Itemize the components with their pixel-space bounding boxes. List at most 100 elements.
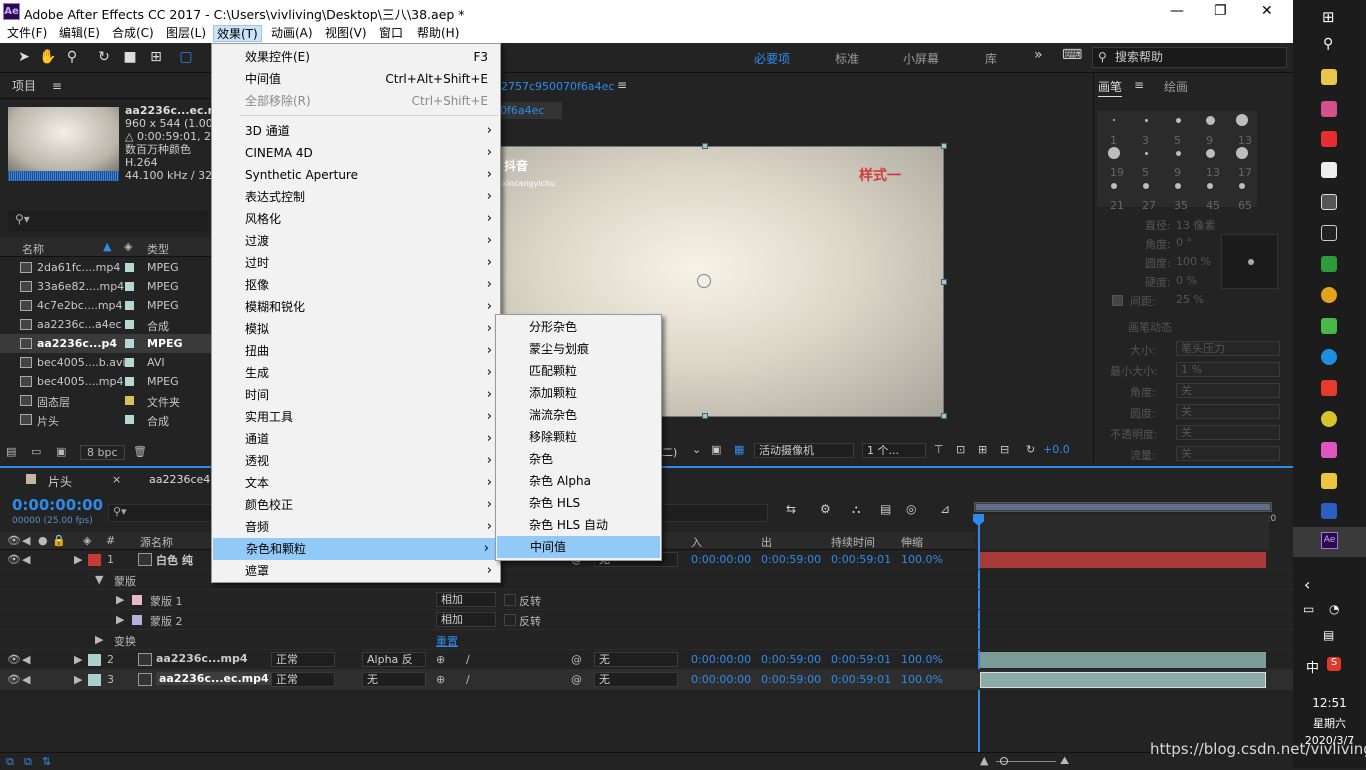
label-icon[interactable]: ◈ [83,534,91,547]
dynamics-dropdown[interactable]: 1 % [1176,362,1280,377]
layer-out[interactable]: 0:00:59:00 [761,653,821,666]
visibility-toggle-icon[interactable]: 👁 [7,653,21,666]
track-matte-dropdown[interactable]: Alpha 反 [362,652,426,667]
project-item[interactable]: 2da61fc....mp4 MPEG [0,258,211,277]
tab-paint[interactable]: 绘画 [1164,78,1188,95]
collapse-arrow-icon[interactable]: ▼ [95,573,103,586]
brush-tip[interactable] [1207,183,1213,189]
parent-dropdown[interactable]: 无 [594,652,678,667]
brush-tip[interactable] [1108,147,1120,159]
close-icon[interactable]: ✕ [1261,3,1273,19]
column-type[interactable]: 类型 [147,241,169,257]
dynamics-dropdown[interactable]: 关 [1176,425,1280,440]
effects-menu-item[interactable]: 过渡 › [212,230,500,252]
parent-pickwhip-icon[interactable]: @ [571,673,582,686]
noise-submenu-item[interactable]: 杂色 HLS [496,492,661,514]
trash-icon[interactable]: 🗑 [133,445,147,458]
camera-dropdown[interactable]: 活动摄像机 [754,443,854,458]
graph-editor-icon[interactable]: ⊿ [940,502,950,516]
pan-behind-tool-icon[interactable]: ⊞ [146,47,166,67]
after-effects-icon[interactable]: Ae [1321,532,1338,549]
panel-menu-icon[interactable]: ≡ [52,79,62,93]
brush-tip[interactable] [1111,183,1117,189]
exposure-value[interactable]: +0.0 [1043,443,1070,456]
camera-tool-icon[interactable]: ■ [120,47,140,67]
comp-breadcrumb[interactable]: 0f6a4ec [498,102,562,119]
noise-submenu-item[interactable]: 添加颗粒 [496,382,661,404]
notification-icon[interactable]: ▤ [1323,628,1334,642]
quality-switch-icon[interactable]: ∕ [466,673,470,686]
project-item[interactable]: aa2236c...p4 MPEG [0,334,211,353]
expand-arrow-icon[interactable]: ▶ [74,653,82,666]
audio-icon[interactable]: ◀ [22,534,30,547]
resolution-dropdown[interactable]: 二) [662,444,677,460]
toggle-icon[interactable]: ⊤ [934,443,944,456]
effects-menu-item[interactable]: 抠像 › [212,274,500,296]
mask-color-swatch[interactable] [132,595,142,605]
layer-name[interactable]: 白色 纯 [156,552,193,568]
layer-stretch[interactable]: 100.0% [901,553,943,566]
brush-tip[interactable] [1236,147,1248,159]
layer-bar[interactable] [980,552,1266,568]
project-item[interactable]: aa2236c...a4ec 合成 [0,315,211,334]
dynamics-dropdown[interactable]: 笔头压力 [1176,341,1280,356]
menu-file[interactable]: 文件(F) [4,25,50,42]
zoom-out-icon[interactable]: ▲ [980,754,988,767]
effects-menu-item[interactable]: 3D 通道 › [212,120,500,142]
brush-tip[interactable] [1175,150,1181,156]
brush-tip[interactable] [1144,151,1148,155]
bpc-button[interactable]: 8 bpc [80,445,125,460]
workspace-libraries[interactable]: 库 [985,50,997,67]
parent-dropdown[interactable]: 无 [594,672,678,687]
brush-tip-grid[interactable] [1097,111,1257,207]
toggle-modes-icon[interactable]: ⧉ [24,755,32,769]
audio-toggle-icon[interactable]: ◀ [22,673,30,686]
workspace-standard[interactable]: 标准 [835,50,859,67]
effects-menu-item[interactable]: 时间 › [212,384,500,406]
mask-tool-icon[interactable]: ▢ [176,47,196,67]
brush-prop-value[interactable]: 13 像素 [1176,217,1216,233]
effects-menu-item[interactable]: 颜色校正 › [212,494,500,516]
brush-tip[interactable] [1205,115,1215,125]
effects-menu-item[interactable]: CINEMA 4D › [212,142,500,164]
mask-color-swatch[interactable] [132,615,142,625]
layer-dur[interactable]: 0:00:59:01 [831,653,891,666]
noise-submenu-item[interactable]: 移除颗粒 [496,426,661,448]
menu-layer[interactable]: 图层(L) [163,25,209,42]
noise-submenu-item[interactable]: 杂色 HLS 自动 [496,514,661,536]
solo-icon[interactable]: ● [38,534,48,547]
effects-menu-item[interactable]: 风格化 › [212,208,500,230]
dynamics-dropdown[interactable]: 关 [1176,404,1280,419]
brush-tip[interactable] [1205,148,1215,158]
new-folder-icon[interactable]: ▭ [31,445,41,458]
quality-switch-icon[interactable]: ∕ [466,653,470,666]
zoom-tool-icon[interactable]: ⚲ [62,47,82,67]
layer-in[interactable]: 0:00:00:00 [691,653,751,666]
project-search-input[interactable]: ⚲▾ [8,211,208,231]
effects-menu-item[interactable]: 生成 › [212,362,500,384]
effects-menu-item[interactable]: 模糊和锐化 › [212,296,500,318]
layer-dur[interactable]: 0:00:59:01 [831,673,891,686]
project-item[interactable]: 固态层 文件夹 [0,391,211,410]
expand-arrow-icon[interactable]: ▶ [95,633,103,646]
maximize-icon[interactable]: ❐ [1214,3,1227,19]
label-color-swatch[interactable] [125,415,134,424]
label-color-swatch[interactable] [88,674,101,686]
effects-menu-item[interactable]: 杂色和颗粒 › [213,538,497,560]
layer-bar[interactable] [980,672,1266,688]
project-item[interactable]: bec4005....mp4 MPEG [0,372,211,391]
effects-menu-item[interactable]: 过时 › [212,252,500,274]
layer-handle[interactable] [941,143,947,149]
app-icon[interactable] [1321,380,1337,396]
visibility-toggle-icon[interactable]: 👁 [7,553,21,566]
zoom-in-icon[interactable]: ⛰ [1060,754,1069,768]
mask-group-row[interactable]: ▼ 蒙版 [0,570,1293,590]
brush-tip[interactable] [1143,183,1149,189]
project-item[interactable]: 4c7e2bc....mp4 MPEG [0,296,211,315]
brush-tip[interactable] [1144,118,1148,122]
noise-submenu-item[interactable]: 杂色 [496,448,661,470]
label-color-swatch[interactable] [88,554,101,566]
current-timecode[interactable]: 0:00:00:00 [12,496,103,514]
layer-in[interactable]: 0:00:00:00 [691,673,751,686]
blend-mode-dropdown[interactable]: 正常 [271,672,335,687]
